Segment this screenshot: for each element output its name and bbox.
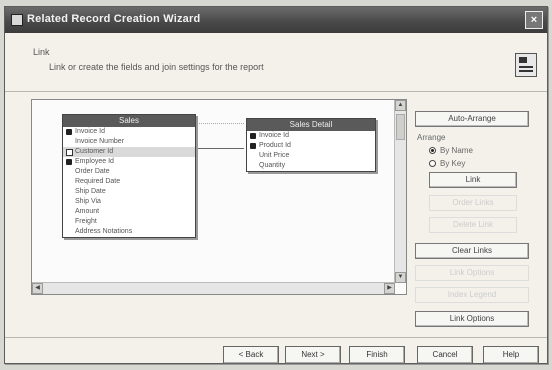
clear-links-button[interactable]: Clear Links (415, 243, 529, 259)
table-sales-fields: Invoice Id Invoice Number Customer Id Emplo… (63, 127, 195, 237)
arrange-label: Arrange (417, 133, 446, 142)
table-sales-detail-fields: Invoice Id Product Id Unit Price Quantity (247, 131, 375, 171)
table-sales-title: Sales (63, 115, 195, 127)
order-links-button[interactable]: Order Links (429, 195, 517, 211)
vertical-scrollbar[interactable]: ▲ ▼ (394, 100, 406, 283)
header-description: Link or create the fields and join setti… (49, 62, 264, 72)
by-key-label: By Key (440, 159, 466, 168)
link-options-main-button[interactable]: Link Options (415, 311, 529, 327)
table-field[interactable]: Employee Id (63, 157, 195, 167)
wizard-window: Related Record Creation Wizard × Link Li… (4, 6, 548, 364)
scroll-up-button[interactable]: ▲ (395, 100, 406, 111)
table-field[interactable]: Invoice Number (63, 137, 195, 147)
by-name-radio[interactable] (429, 147, 436, 154)
index-legend-button[interactable]: Index Legend (415, 287, 529, 303)
table-field[interactable]: Ship Date (63, 187, 195, 197)
link-guide-line (196, 123, 244, 124)
table-field[interactable]: Invoice Id (247, 131, 375, 141)
table-field[interactable]: Invoice Id (63, 127, 195, 137)
app-icon (11, 14, 23, 26)
back-button[interactable]: < Back (223, 346, 279, 364)
vertical-scroll-thumb[interactable] (396, 114, 405, 140)
by-key-radio[interactable] (429, 160, 436, 167)
table-field[interactable]: Amount (63, 207, 195, 217)
next-button[interactable]: Next > (285, 346, 341, 364)
table-sales[interactable]: Sales Invoice Id Invoice Number Customer I… (62, 114, 196, 238)
header-divider (5, 91, 547, 92)
table-field[interactable]: Required Date (63, 177, 195, 187)
link-canvas[interactable]: Sales Invoice Id Invoice Number Customer I… (31, 99, 407, 295)
cancel-button[interactable]: Cancel (417, 346, 473, 364)
table-field[interactable]: Ship Via (63, 197, 195, 207)
window-title: Related Record Creation Wizard (27, 13, 201, 25)
table-field[interactable]: Freight (63, 217, 195, 227)
table-sales-detail-title: Sales Detail (247, 119, 375, 131)
scroll-left-button[interactable]: ◀ (32, 283, 43, 294)
scroll-right-button[interactable]: ▶ (384, 283, 395, 294)
table-field[interactable]: Order Date (63, 167, 195, 177)
wizard-header-icon (515, 53, 537, 77)
scroll-down-button[interactable]: ▼ (395, 272, 406, 283)
close-button[interactable]: × (525, 11, 543, 29)
finish-button[interactable]: Finish (349, 346, 405, 364)
auto-arrange-button[interactable]: Auto-Arrange (415, 111, 529, 127)
table-sales-detail[interactable]: Sales Detail Invoice Id Product Id Unit Pr… (246, 118, 376, 172)
link-button[interactable]: Link (429, 172, 517, 188)
by-name-label: By Name (440, 146, 473, 155)
table-field[interactable]: Address Notations (63, 227, 195, 237)
delete-link-button[interactable]: Delete Link (429, 217, 517, 233)
table-field[interactable]: Unit Price (247, 151, 375, 161)
title-bar[interactable]: Related Record Creation Wizard × (5, 7, 547, 33)
footer-divider (5, 337, 547, 338)
link-options-button[interactable]: Link Options (415, 265, 529, 281)
join-line (196, 148, 244, 149)
table-field[interactable]: Quantity (247, 161, 375, 171)
table-field[interactable]: Product Id (247, 141, 375, 151)
help-button[interactable]: Help (483, 346, 539, 364)
table-field[interactable]: Customer Id (63, 147, 195, 157)
horizontal-scrollbar[interactable]: ◀ ▶ (32, 282, 395, 294)
header-label: Link (33, 47, 50, 57)
